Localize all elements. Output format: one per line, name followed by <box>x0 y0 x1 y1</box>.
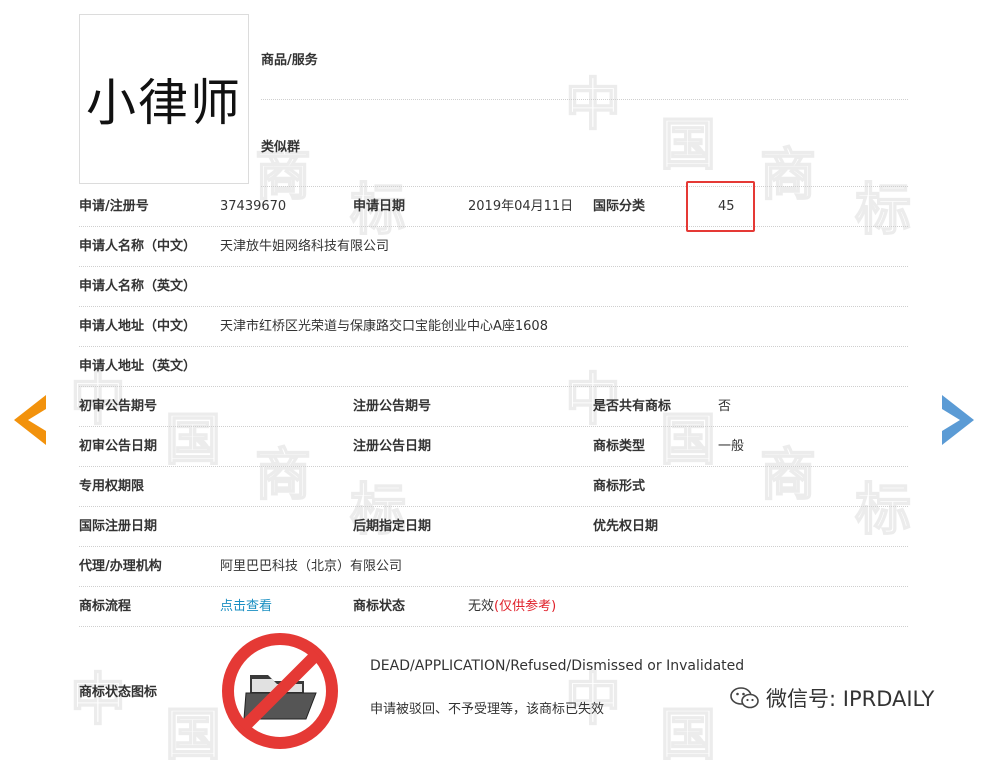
address-en-label: 申请人地址（英文） <box>79 359 197 374</box>
divider <box>261 186 908 187</box>
divider <box>79 226 908 227</box>
reg-no-label: 申请/注册号 <box>79 199 149 214</box>
status-value-group: 无效(仅供参考) <box>468 599 556 615</box>
status-label: 商标状态 <box>353 599 406 614</box>
watermark-char: 国 <box>164 702 222 769</box>
divider <box>79 266 908 267</box>
divider <box>79 506 908 507</box>
shared-value: 否 <box>718 399 732 414</box>
highlight-box <box>686 181 755 232</box>
divider <box>79 626 908 627</box>
prev-arrow-icon[interactable] <box>14 395 46 445</box>
wechat-watermark: 微信号: IPRDAILY <box>730 683 934 713</box>
process-label: 商标流程 <box>79 599 132 614</box>
status-icon-label: 商标状态图标 <box>79 685 158 700</box>
watermark-char: 国 <box>659 702 717 769</box>
divider <box>79 426 908 427</box>
address-cn-value: 天津市红桥区光荣道与保康路交口宝能创业中心A座1608 <box>220 319 548 334</box>
reg-issue-label: 注册公告期号 <box>353 399 432 414</box>
reg-no-value: 37439670 <box>220 199 287 214</box>
status-description-cn: 申请被驳回、不予受理等，该商标已失效 <box>370 702 605 717</box>
reg-date-label: 注册公告日期 <box>353 439 432 454</box>
wechat-icon <box>730 687 759 709</box>
agent-label: 代理/办理机构 <box>79 559 162 574</box>
divider <box>79 386 908 387</box>
type-value: 一般 <box>718 439 745 454</box>
divider <box>79 466 908 467</box>
form-label: 商标形式 <box>593 479 646 494</box>
divider <box>79 346 908 347</box>
intl-reg-label: 国际注册日期 <box>79 519 158 534</box>
applicant-en-label: 申请人名称（英文） <box>79 279 197 294</box>
app-date-value: 2019年04月11日 <box>468 199 574 214</box>
status-value: 无效 <box>468 599 495 614</box>
watermark-char: 国 <box>659 112 717 179</box>
status-description-en: DEAD/APPLICATION/Refused/Dismissed or In… <box>370 658 745 674</box>
app-date-label: 申请日期 <box>353 199 406 214</box>
watermark-char: 商 <box>254 442 312 509</box>
watermark-char: 商 <box>759 442 817 509</box>
watermark-char: 中 <box>564 367 622 434</box>
wechat-text: 微信号: IPRDAILY <box>766 687 935 711</box>
watermark-char: 国 <box>164 407 222 474</box>
trademark-name: 小律师 <box>86 74 242 132</box>
prelim-date-label: 初审公告日期 <box>79 439 158 454</box>
divider <box>261 99 908 100</box>
priority-label: 优先权日期 <box>593 519 659 534</box>
watermark-char: 标 <box>854 177 912 244</box>
status-note: (仅供参考) <box>494 599 557 614</box>
type-label: 商标类型 <box>593 439 646 454</box>
prelim-issue-label: 初审公告期号 <box>79 399 158 414</box>
divider <box>79 546 908 547</box>
applicant-cn-value: 天津放牛姐网络科技有限公司 <box>220 239 390 254</box>
address-cn-label: 申请人地址（中文） <box>79 319 197 334</box>
status-prohibited-icon <box>222 633 338 749</box>
process-link[interactable]: 点击查看 <box>220 599 272 615</box>
later-designation-label: 后期指定日期 <box>353 519 432 534</box>
next-arrow-icon[interactable] <box>942 395 974 445</box>
divider <box>79 306 908 307</box>
exclusive-label: 专用权期限 <box>79 479 145 494</box>
trademark-image: 小律师 <box>79 14 249 184</box>
intl-class-label: 国际分类 <box>593 199 646 214</box>
watermark-char: 中 <box>564 72 622 139</box>
agent-value: 阿里巴巴科技（北京）有限公司 <box>220 559 403 574</box>
watermark-char: 商 <box>759 142 817 209</box>
shared-label: 是否共有商标 <box>593 399 672 414</box>
applicant-cn-label: 申请人名称（中文） <box>79 239 197 254</box>
similar-group-label: 类似群 <box>261 140 301 155</box>
goods-services-label: 商品/服务 <box>261 53 318 68</box>
divider <box>79 586 908 587</box>
